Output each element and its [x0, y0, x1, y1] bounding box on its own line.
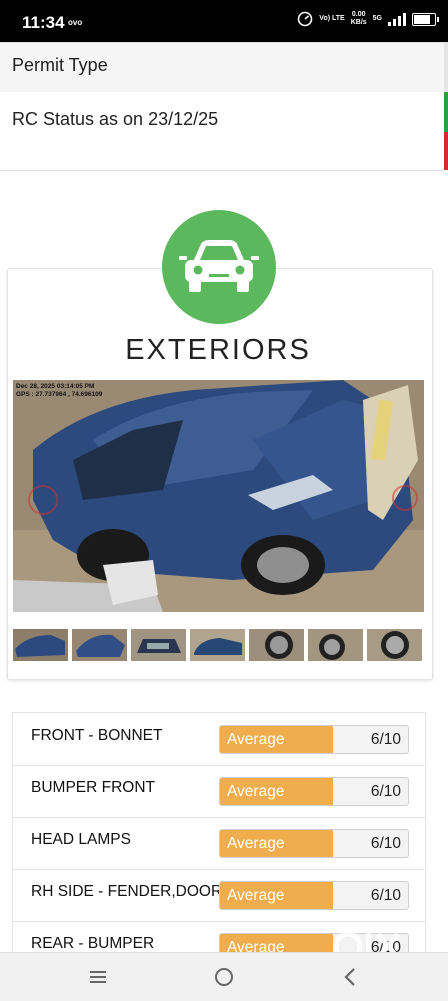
thumbnail[interactable]	[13, 629, 68, 661]
rating-label: Average	[227, 835, 285, 852]
rating-name: HEAD LAMPS	[31, 831, 131, 848]
status-icons: Vo) LTE 0.00 KB/s 5G	[297, 11, 439, 27]
thumbnail[interactable]	[131, 629, 186, 661]
thumbnail[interactable]	[308, 629, 363, 661]
permit-type-label: Permit Type	[12, 55, 108, 75]
rating-row: RH SIDE - FENDER,DOORS Average 6/10	[13, 869, 425, 922]
rating-score: 6/10	[370, 783, 401, 800]
rating-bar: Average 6/10	[219, 725, 409, 754]
network-type: 5G	[372, 15, 382, 22]
row-strip	[444, 42, 448, 92]
recent-apps-icon	[90, 971, 106, 983]
signal-icon	[388, 12, 406, 26]
system-nav-bar	[0, 952, 448, 1001]
thumbnail[interactable]	[367, 629, 422, 661]
section-title: EXTERIORS	[125, 334, 311, 366]
rating-score: 6/10	[370, 887, 401, 904]
carrier-label: ovo	[68, 18, 83, 27]
back-icon	[344, 968, 355, 986]
rating-bar: Average 6/10	[219, 777, 409, 806]
thumbnail-strip	[13, 629, 424, 661]
photo-timestamp: Dec 28, 2025 03:14:05 PM GPS : 27.737964…	[16, 383, 103, 398]
rating-row: FRONT - BONNET Average 6/10	[13, 713, 425, 766]
rating-name: BUMPER FRONT	[31, 779, 155, 796]
rating-label: Average	[227, 783, 285, 800]
rating-row: BUMPER FRONT Average 6/10	[13, 765, 425, 818]
network-indicator: Vo) LTE	[319, 15, 345, 22]
thumbnail[interactable]	[249, 629, 304, 661]
rating-name: FRONT - BONNET	[31, 727, 163, 744]
rating-bar: Average 6/10	[219, 881, 409, 910]
back-button[interactable]	[336, 965, 364, 989]
status-strip-green	[444, 92, 448, 132]
status-bar: 11:34 ovo Vo) LTE 0.00 KB/s 5G	[0, 0, 448, 42]
rating-bar: Average 6/10	[219, 829, 409, 858]
car-photo-image	[13, 380, 424, 612]
recent-apps-button[interactable]	[84, 965, 112, 989]
rating-row: HEAD LAMPS Average 6/10	[13, 817, 425, 870]
thumbnail[interactable]	[72, 629, 127, 661]
clock: 11:34	[22, 13, 65, 32]
home-button[interactable]	[210, 965, 238, 989]
rating-label: Average	[227, 887, 285, 904]
battery-icon	[412, 12, 439, 26]
rating-name: RH SIDE - FENDER,DOORS	[31, 883, 233, 900]
permit-type-row[interactable]: Permit Type	[0, 42, 444, 93]
thumbnail[interactable]	[190, 629, 245, 661]
status-strip-red	[444, 132, 448, 170]
speedometer-icon	[297, 11, 313, 27]
rc-status-label: RC Status as on 23/12/25	[12, 109, 219, 129]
data-speed: 0.00 KB/s	[350, 11, 367, 26]
rating-score: 6/10	[370, 835, 401, 852]
main-car-photo[interactable]: Dec 28, 2025 03:14:05 PM GPS : 27.737964…	[13, 380, 424, 612]
rating-label: Average	[227, 731, 285, 748]
car-icon	[179, 240, 259, 292]
rating-score: 6/10	[370, 731, 401, 748]
car-badge	[162, 210, 276, 324]
rc-status-row[interactable]: RC Status as on 23/12/25	[0, 92, 444, 171]
home-icon	[215, 968, 233, 986]
rating-name: REAR - BUMPER	[31, 935, 155, 952]
